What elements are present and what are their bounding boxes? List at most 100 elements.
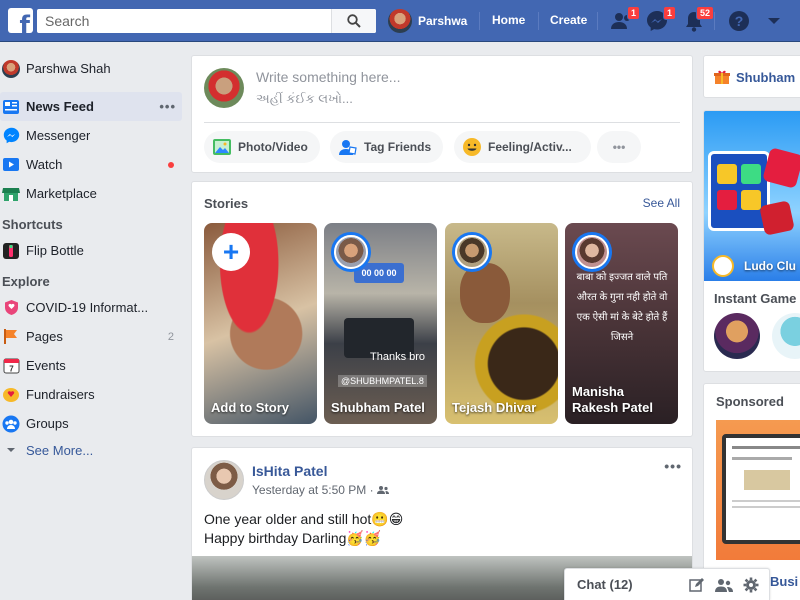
svg-text:?: ? <box>735 13 744 29</box>
help-icon: ? <box>729 11 749 31</box>
messages-button[interactable]: 1 <box>646 6 676 32</box>
right-card-name: Shubham <box>736 69 796 85</box>
sidebar-item-label: Marketplace <box>26 186 97 201</box>
nav-divider <box>714 12 715 30</box>
sidebar-item-groups[interactable]: Groups <box>0 409 182 438</box>
chevron-down-icon <box>2 441 20 459</box>
post-body: One year older and still hot😬😁 Happy bir… <box>204 510 403 548</box>
story-face-image <box>460 263 510 323</box>
create-link[interactable]: Create <box>550 13 587 27</box>
composer-input[interactable]: Write something here... <box>256 69 400 85</box>
post-options-button[interactable]: ••• <box>664 458 682 474</box>
sidebar-item-covid[interactable]: COVID-19 Informat... <box>0 293 182 322</box>
sidebar-profile-name: Parshwa Shah <box>26 61 111 76</box>
post-line: Happy birthday Darling🥳🥳 <box>204 530 382 546</box>
sidebar-item-label: Messenger <box>26 128 91 143</box>
search-box <box>37 9 376 33</box>
sidebar-item-watch[interactable]: Watch <box>0 150 182 179</box>
chat-bar[interactable]: Chat (12) <box>564 568 770 600</box>
search-button[interactable] <box>331 9 376 33</box>
story-add[interactable]: + Add to Story <box>204 223 317 424</box>
sidebar-item-marketplace[interactable]: Marketplace <box>0 179 182 208</box>
profile-link[interactable]: Parshwa <box>388 9 467 33</box>
flip-bottle-icon <box>2 242 20 260</box>
events-icon: 7 <box>2 357 20 375</box>
post-author[interactable]: IsHita Patel <box>252 463 327 479</box>
story-tejash[interactable]: Tejash Dhivar <box>445 223 558 424</box>
sidebar-item-label: News Feed <box>26 99 94 114</box>
game-thumbnail[interactable] <box>714 313 760 359</box>
news-feed-options-button[interactable]: ••• <box>159 99 176 114</box>
see-all-link[interactable]: See All <box>643 196 680 210</box>
ludo-game-image[interactable]: Ludo Clu <box>704 111 800 281</box>
sidebar-item-fundraisers[interactable]: Fundraisers <box>0 380 182 409</box>
story-manisha[interactable]: बाबा को इज्जत वाले पति औरत के गुना नही ह… <box>565 223 678 424</box>
sidebar-item-news-feed[interactable]: News Feed ••• <box>0 92 182 121</box>
chat-label: Chat (12) <box>577 577 633 592</box>
feeling-activity-button[interactable]: Feeling/Activ... <box>454 131 591 163</box>
gift-icon <box>714 70 730 84</box>
friend-requests-button[interactable]: 1 <box>610 6 640 32</box>
photo-video-button[interactable]: Photo/Video <box>204 131 320 163</box>
phone-board-image <box>708 151 770 231</box>
sponsored-ad-image[interactable] <box>716 420 800 560</box>
sidebar-item-messenger[interactable]: Messenger <box>0 121 182 150</box>
tag-friends-button[interactable]: Tag Friends <box>330 131 444 163</box>
photo-video-label: Photo/Video <box>238 140 308 154</box>
sidebar-item-pages[interactable]: Pages 2 <box>0 322 182 351</box>
compose-icon[interactable] <box>689 577 705 593</box>
home-link[interactable]: Home <box>492 13 525 27</box>
nav-divider <box>597 12 598 30</box>
composer-input-alt[interactable]: અહીં કંઈક લખો... <box>256 91 353 107</box>
sidebar-item-events[interactable]: 7 Events <box>0 351 182 380</box>
story-overlay-text: बाबा को इज्जत वाले पति औरत के गुना नही ह… <box>576 272 668 343</box>
facebook-logo-icon[interactable]: f <box>8 8 33 33</box>
plus-icon: + <box>212 233 250 271</box>
sidebar-item-label: Events <box>26 358 66 373</box>
sidebar-item-label: Flip Bottle <box>26 243 84 258</box>
tag-friends-label: Tag Friends <box>364 140 432 154</box>
group-chat-icon[interactable] <box>715 577 733 593</box>
right-profile-card[interactable]: Shubham <box>703 55 800 98</box>
post-line: One year older and still hot😬😁 <box>204 511 404 527</box>
see-more-link[interactable]: See More... <box>0 438 182 462</box>
nav-divider <box>479 12 480 30</box>
sidebar-item-label: Watch <box>26 157 63 172</box>
left-sidebar: Parshwa Shah News Feed ••• Messenger Wat… <box>0 42 182 462</box>
sponsored-title[interactable]: Busi <box>770 574 798 589</box>
story-shubham[interactable]: 00 00 00 Thanks bro @SHUBHMPATEL.8 Shubh… <box>324 223 437 424</box>
help-button[interactable]: ? <box>728 10 752 32</box>
avatar <box>204 68 244 108</box>
composer-more-button[interactable]: ••• <box>597 131 641 163</box>
search-icon <box>347 14 361 28</box>
story-handle: @SHUBHMPATEL.8 <box>338 375 427 387</box>
sidebar-item-label: Groups <box>26 416 69 431</box>
laptop-screenshot-image <box>722 434 800 544</box>
story-avatar-ring <box>572 232 612 272</box>
sidebar-item-label: Fundraisers <box>26 387 95 402</box>
caret-down-icon <box>768 18 780 24</box>
story-avatar-ring <box>331 232 371 272</box>
story-overlay-text: Thanks bro <box>370 351 426 363</box>
pages-icon <box>2 328 20 346</box>
divider <box>204 122 680 123</box>
search-input[interactable] <box>37 9 331 33</box>
sidebar-item-flip-bottle[interactable]: Flip Bottle <box>0 236 182 265</box>
gear-icon[interactable] <box>743 577 759 593</box>
notifications-button[interactable]: 52 <box>684 6 714 32</box>
watch-icon <box>2 156 20 174</box>
notifications-badge: 52 <box>695 6 714 20</box>
news-feed-icon <box>2 98 20 116</box>
post-timestamp[interactable]: Yesterday at 5:50 PM · <box>252 483 389 497</box>
avatar <box>2 59 20 78</box>
account-menu-button[interactable] <box>766 10 790 32</box>
feeling-activity-label: Feeling/Activ... <box>488 140 572 154</box>
profile-name: Parshwa <box>418 14 468 28</box>
story-name: Tejash Dhivar <box>452 400 537 415</box>
post-time-text: Yesterday at 5:50 PM · <box>252 483 377 497</box>
story-name: Shubham Patel <box>331 400 425 415</box>
game-thumbnail[interactable] <box>772 313 800 359</box>
sidebar-profile[interactable]: Parshwa Shah <box>0 54 182 83</box>
avatar[interactable] <box>204 460 244 500</box>
instant-games-heading: Instant Game <box>714 291 797 306</box>
